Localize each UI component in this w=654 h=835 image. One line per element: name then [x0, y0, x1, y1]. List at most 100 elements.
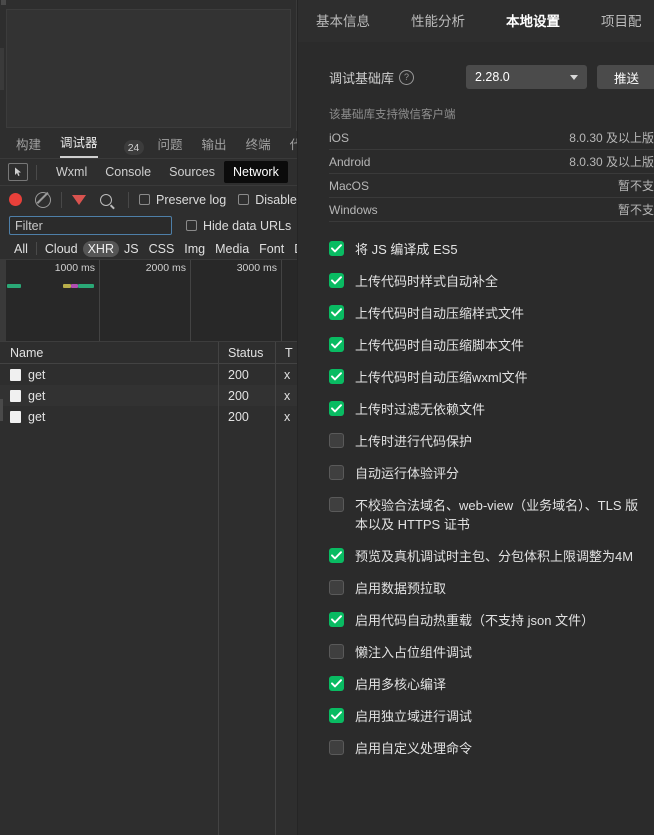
timeline-request-bar — [71, 284, 78, 288]
setting-option-row[interactable]: 将 JS 编译成 ES5 — [329, 240, 648, 259]
panel-tab-output[interactable]: 输出 — [202, 134, 227, 158]
tab-project-config[interactable]: 项目配 — [601, 10, 642, 32]
devtools-tab-sources[interactable]: Sources — [160, 161, 224, 183]
setting-option-row[interactable]: 预览及真机调试时主包、分包体积上限调整为4M — [329, 547, 648, 566]
checkbox-checked-icon[interactable] — [329, 273, 344, 288]
panel-tab-problems[interactable]: 问题 — [158, 134, 183, 158]
checkbox-unchecked-icon[interactable] — [329, 644, 344, 659]
push-button[interactable]: 推送 — [597, 65, 654, 89]
checkbox-unchecked-icon[interactable] — [329, 580, 344, 595]
checkbox-checked-icon[interactable] — [329, 337, 344, 352]
tab-local-settings[interactable]: 本地设置 — [506, 10, 560, 32]
checkbox-unchecked-icon[interactable] — [329, 497, 344, 512]
request-type: x — [284, 409, 291, 424]
checkbox-checked-icon[interactable] — [329, 548, 344, 563]
platform-name: MacOS — [329, 178, 370, 193]
checkbox-unchecked-icon[interactable] — [329, 433, 344, 448]
panel-tab-label: 问题 — [157, 138, 183, 152]
panel-tab-build[interactable]: 构建 — [16, 134, 41, 158]
setting-option-row[interactable]: 懒注入占位组件调试 — [329, 643, 648, 662]
local-settings-options: 将 JS 编译成 ES5 上传代码时样式自动补全 上传代码时自动压缩样式文件 上传代码… — [298, 222, 654, 758]
setting-option-row[interactable]: 上传时进行代码保护 — [329, 432, 648, 451]
platform-row-ios: iOS 8.0.30 及以上版 — [329, 126, 654, 150]
simulator-panel — [0, 0, 297, 131]
type-filter-all[interactable]: All — [9, 241, 33, 257]
type-filter-doc[interactable]: Doc — [289, 241, 297, 257]
request-table-header: Name Status T — [0, 342, 297, 364]
platform-version: 暂不支 — [617, 179, 654, 193]
type-filter-media[interactable]: Media — [210, 241, 254, 257]
tab-performance[interactable]: 性能分析 — [411, 10, 465, 32]
disable-cache-checkbox-group[interactable]: Disable — [238, 193, 297, 207]
panel-tab-debugger[interactable]: 调试器 — [60, 132, 98, 158]
inspect-element-icon[interactable] — [8, 163, 28, 181]
question-mark-icon[interactable]: ? — [399, 69, 415, 85]
checkbox-checked-icon[interactable] — [329, 305, 344, 320]
setting-option-row[interactable]: 上传代码时自动压缩样式文件 — [329, 304, 648, 323]
funnel-icon[interactable] — [72, 194, 86, 205]
setting-option-label: 启用数据预拉取 — [355, 581, 447, 596]
preserve-log-checkbox-group[interactable]: Preserve log — [139, 193, 226, 207]
ide-panel-tabs: 构建 调试器 24 问题 输出 终端 代码 — [0, 131, 297, 159]
setting-option-row[interactable]: 启用多核心编译 — [329, 675, 648, 694]
table-row[interactable]: get 200 x — [0, 364, 297, 385]
toolbar-divider — [128, 191, 129, 208]
setting-option-row[interactable]: 自动运行体验评分 — [329, 464, 648, 483]
checkbox-checked-icon[interactable] — [329, 369, 344, 384]
devtools-tab-console[interactable]: Console — [96, 161, 160, 183]
checkbox-checked-icon[interactable] — [329, 241, 344, 256]
hide-data-urls-checkbox-group[interactable]: Hide data URLs — [186, 219, 291, 233]
column-header-status[interactable]: Status — [219, 346, 275, 360]
checkbox-checked-icon[interactable] — [329, 676, 344, 691]
setting-option-row[interactable]: 上传代码时样式自动补全 — [329, 272, 648, 291]
setting-option-label: 上传时进行代码保护 — [355, 434, 473, 449]
setting-option-label: 将 JS 编译成 ES5 — [355, 242, 458, 257]
platform-version: 暂不支 — [617, 203, 654, 217]
hide-data-urls-checkbox[interactable] — [186, 220, 197, 231]
setting-option-row[interactable]: 上传代码时自动压缩wxml文件 — [329, 368, 648, 387]
search-input[interactable] — [9, 216, 172, 235]
preserve-log-checkbox[interactable] — [139, 194, 150, 205]
setting-option-row[interactable]: 上传代码时自动压缩脚本文件 — [329, 336, 648, 355]
type-filter-img[interactable]: Img — [179, 241, 210, 257]
setting-option-row[interactable]: 上传时过滤无依赖文件 — [329, 400, 648, 419]
disable-cache-checkbox[interactable] — [238, 194, 250, 205]
search-icon[interactable] — [100, 193, 112, 206]
panel-resize-handle[interactable] — [0, 399, 3, 421]
tab-basic-info[interactable]: 基本信息 — [316, 10, 370, 32]
network-timeline[interactable]: 1000 ms 2000 ms 3000 ms — [0, 260, 297, 342]
settings-tabs: 基本信息 性能分析 本地设置 项目配 — [298, 0, 654, 42]
platform-name: iOS — [329, 130, 350, 145]
base-library-version-select[interactable]: 2.28.0 — [466, 65, 587, 89]
checkbox-checked-icon[interactable] — [329, 401, 344, 416]
column-header-type[interactable]: T — [276, 346, 297, 360]
column-header-name[interactable]: Name — [0, 346, 218, 360]
timeline-request-bar — [63, 284, 71, 288]
devtools-tab-wxml[interactable]: Wxml — [47, 161, 96, 183]
type-filter-font[interactable]: Font — [254, 241, 289, 257]
record-dot-icon[interactable] — [9, 193, 22, 206]
platform-row-android: Android 8.0.30 及以上版 — [329, 150, 654, 174]
checkbox-unchecked-icon[interactable] — [329, 465, 344, 480]
setting-option-label: 启用自定义处理命令 — [355, 741, 473, 756]
setting-option-row[interactable]: 启用自定义处理命令 — [329, 739, 648, 758]
setting-option-row[interactable]: 启用独立域进行调试 — [329, 707, 648, 726]
type-filter-xhr[interactable]: XHR — [82, 240, 119, 257]
setting-option-row[interactable]: 启用代码自动热重载（不支持 json 文件） — [329, 611, 648, 630]
table-row[interactable]: get 200 x — [0, 385, 297, 406]
devtools-tab-network[interactable]: Network — [223, 161, 288, 183]
setting-option-label: 不校验合法域名、web-view（业务域名）、TLS 版本以及 HTTPS 证书 — [355, 498, 639, 532]
type-filter-cloud[interactable]: Cloud — [40, 241, 83, 257]
setting-option-row[interactable]: 启用数据预拉取 — [329, 579, 648, 598]
table-row[interactable]: get 200 x — [0, 406, 297, 427]
type-filter-css[interactable]: CSS — [144, 241, 180, 257]
timeline-tick-label: 2000 ms — [145, 262, 186, 274]
panel-tab-terminal[interactable]: 终端 — [246, 134, 271, 158]
setting-option-row[interactable]: 不校验合法域名、web-view（业务域名）、TLS 版本以及 HTTPS 证书 — [329, 496, 648, 534]
type-filter-js[interactable]: JS — [119, 241, 144, 257]
checkbox-checked-icon[interactable] — [329, 612, 344, 627]
clear-icon[interactable] — [35, 191, 51, 208]
checkbox-unchecked-icon[interactable] — [329, 740, 344, 755]
panel-tab-code[interactable]: 代码 — [290, 134, 297, 158]
checkbox-checked-icon[interactable] — [329, 708, 344, 723]
